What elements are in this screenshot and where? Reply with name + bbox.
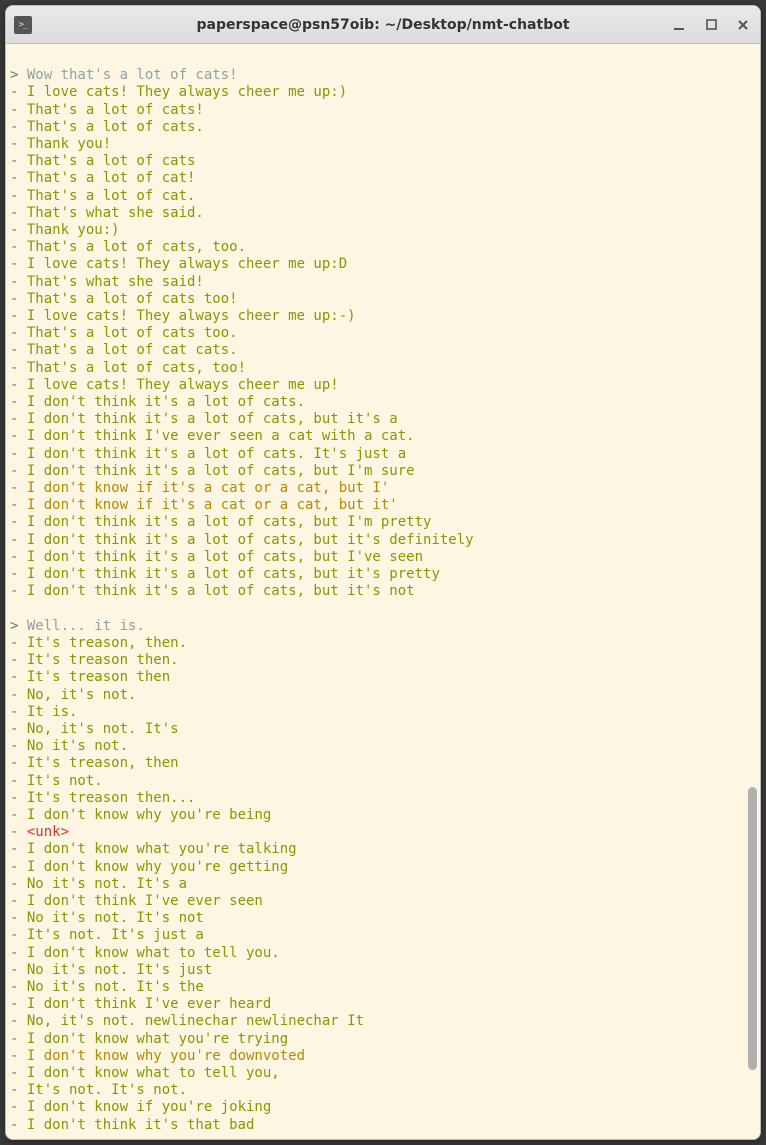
response-line: - I don't think it's that bad — [10, 1117, 756, 1134]
response-line: - I don't think it's a lot of cats, but … — [10, 514, 756, 531]
response-line: - I don't know if it's a cat or a cat, b… — [10, 497, 756, 514]
response-line: - That's a lot of cats — [10, 153, 756, 170]
response-line: - I don't think it's a lot of cats, but … — [10, 411, 756, 428]
prompt-line: > Well... it is. — [10, 618, 756, 635]
response-line: - That's a lot of cat cats. — [10, 342, 756, 359]
scrollbar[interactable] — [748, 48, 757, 1135]
terminal-body: > Wow that's a lot of cats!- I love cats… — [6, 44, 760, 1139]
terminal-icon — [14, 16, 32, 34]
terminal-content[interactable]: > Wow that's a lot of cats!- I love cats… — [6, 44, 760, 1139]
response-line: - I don't think I've ever heard — [10, 996, 756, 1013]
response-line: - No it's not. It's the — [10, 979, 756, 996]
titlebar[interactable]: paperspace@psn57oib: ~/Desktop/nmt-chatb… — [6, 6, 760, 44]
response-line: - No it's not. It's just — [10, 962, 756, 979]
response-line: - I don't think I've ever seen a cat wit… — [10, 428, 756, 445]
response-line: - I love cats! They always cheer me up:D — [10, 256, 756, 273]
response-line: - That's a lot of cats too! — [10, 291, 756, 308]
response-line: - That's a lot of cats too. — [10, 325, 756, 342]
response-line: - It is. — [10, 704, 756, 721]
response-line: - That's a lot of cats, too! — [10, 360, 756, 377]
response-line: - I don't know what to tell you, — [10, 1065, 756, 1082]
response-line: - I don't think it's a lot of cats, but … — [10, 549, 756, 566]
response-line: - I don't think it's a lot of cats. It's… — [10, 446, 756, 463]
response-line: - It's treason then — [10, 669, 756, 686]
response-line: - I don't know what you're talking — [10, 841, 756, 858]
response-line: - I don't know if you're joking — [10, 1099, 756, 1116]
response-line: - No it's not. It's a — [10, 876, 756, 893]
response-line: - Thank you! — [10, 136, 756, 153]
response-line: - I don't know why you're getting — [10, 859, 756, 876]
response-line: - That's a lot of cats. — [10, 119, 756, 136]
close-button[interactable] — [734, 16, 752, 34]
window-controls — [670, 16, 752, 34]
response-line: - I love cats! They always cheer me up:-… — [10, 308, 756, 325]
response-line: - That's a lot of cat! — [10, 170, 756, 187]
response-line: - No it's not. It's not — [10, 910, 756, 927]
prompt-line: > Wow that's a lot of cats! — [10, 67, 756, 84]
response-line: - No, it's not. newlinechar newlinechar … — [10, 1013, 756, 1030]
response-line: - I don't know what you're trying — [10, 1031, 756, 1048]
response-line: - No, it's not. — [10, 687, 756, 704]
response-line: - That's what she said! — [10, 274, 756, 291]
minimize-button[interactable] — [670, 16, 688, 34]
maximize-button[interactable] — [702, 16, 720, 34]
response-line: - I don't know why you're being — [10, 807, 756, 824]
response-line: - I don't think I've ever seen — [10, 893, 756, 910]
response-line: - That's what she said. — [10, 205, 756, 222]
response-line: - No it's not. — [10, 738, 756, 755]
response-line: - That's a lot of cats, too. — [10, 239, 756, 256]
response-line: - I love cats! They always cheer me up! — [10, 377, 756, 394]
window-title: paperspace@psn57oib: ~/Desktop/nmt-chatb… — [196, 17, 569, 33]
response-line: - <unk> — [10, 824, 756, 841]
response-line: - I love cats! They always cheer me up:) — [10, 84, 756, 101]
response-line: - I don't know why you're downvoted — [10, 1048, 756, 1065]
response-line: - I don't think it's a lot of cats, but … — [10, 532, 756, 549]
response-line: - It's treason, then. — [10, 635, 756, 652]
response-line: - It's treason then... — [10, 790, 756, 807]
response-line: - Thank you:) — [10, 222, 756, 239]
response-line: - It's not. It's not. — [10, 1082, 756, 1099]
response-line: - It's not. — [10, 773, 756, 790]
response-line: - It's treason, then — [10, 755, 756, 772]
response-line: - No, it's not. It's — [10, 721, 756, 738]
response-line: - That's a lot of cats! — [10, 102, 756, 119]
response-line: - I don't know if it's a cat or a cat, b… — [10, 480, 756, 497]
scrollbar-thumb[interactable] — [748, 787, 757, 1070]
response-line: - It's not. It's just a — [10, 927, 756, 944]
response-line: - I don't think it's a lot of cats, but … — [10, 583, 756, 600]
terminal-window: paperspace@psn57oib: ~/Desktop/nmt-chatb… — [5, 5, 761, 1140]
response-line: - It's treason then. — [10, 652, 756, 669]
response-line: - I don't know what to tell you. — [10, 945, 756, 962]
response-line: - I don't think it's a lot of cats, but … — [10, 566, 756, 583]
response-line: - I don't think it's a lot of cats, but … — [10, 463, 756, 480]
response-line: - That's a lot of cat. — [10, 188, 756, 205]
response-line: - I don't think it's a lot of cats. — [10, 394, 756, 411]
